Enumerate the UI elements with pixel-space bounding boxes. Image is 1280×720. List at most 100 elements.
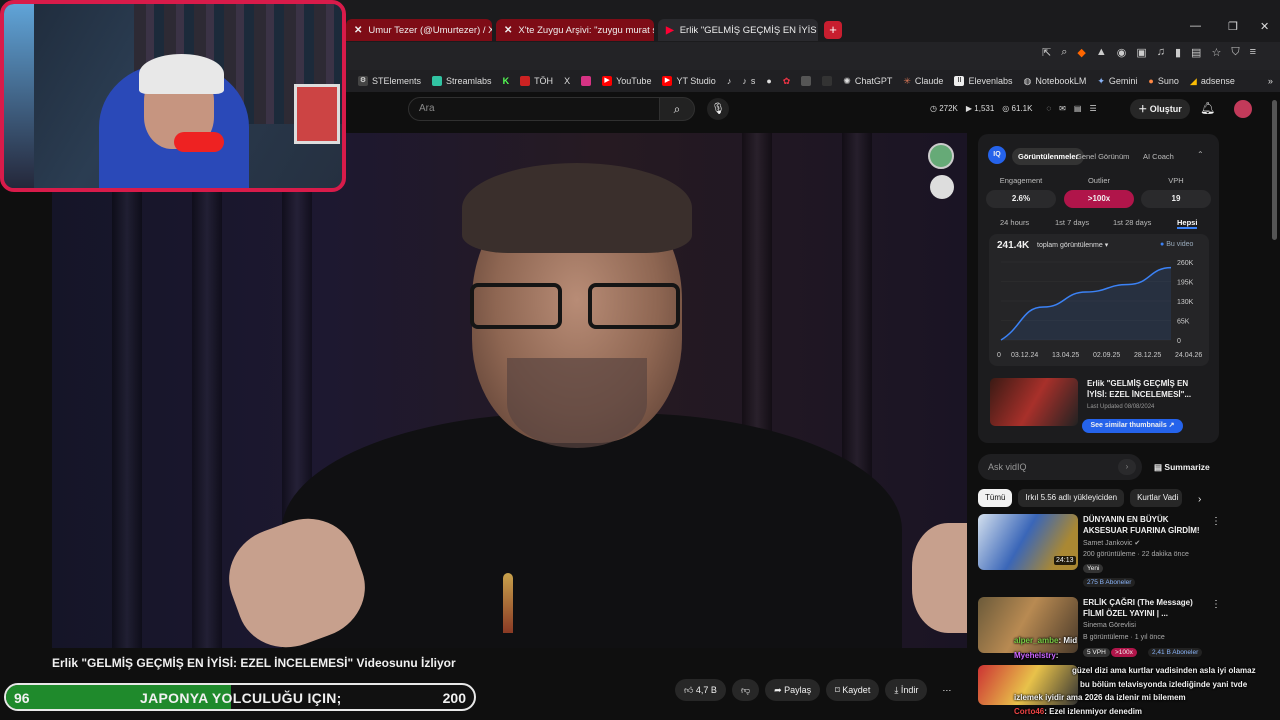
more-actions-button[interactable]: ⋯ — [933, 679, 960, 701]
close-tab-icon[interactable]: ✕ — [817, 25, 818, 36]
tab-youtube-active[interactable]: ▶ Erlik "GELMİŞ GEÇMİŞ EN İYİS✕ — [658, 19, 818, 41]
x-origin-label: 0 — [997, 352, 1001, 359]
bookmark-extra[interactable] — [822, 76, 833, 86]
notes-icon[interactable]: ▤ — [1074, 104, 1082, 113]
bookmark-instagram[interactable] — [581, 76, 592, 86]
scrollbar[interactable] — [1272, 100, 1277, 240]
range-7d[interactable]: 1st 7 days — [1055, 218, 1089, 227]
avatar[interactable] — [1234, 100, 1252, 118]
chevron-right-icon[interactable]: › — [1198, 494, 1201, 505]
bookmark-label: Streamlabs — [446, 76, 492, 86]
new-badge: Yeni — [1083, 564, 1104, 573]
bookmark-k[interactable]: K — [503, 76, 510, 86]
bookmark-extra[interactable]: ✿ — [783, 76, 791, 87]
bookmark-tiktok-s[interactable]: ♪ s — [742, 76, 755, 86]
list-icon[interactable]: ☰ — [1089, 104, 1096, 113]
tab-ai-coach[interactable]: AI Coach — [1137, 148, 1180, 165]
extension-icon[interactable]: ▣ — [1136, 46, 1146, 59]
mail-icon[interactable]: ✉ — [1059, 104, 1066, 113]
collapse-icon[interactable]: ⌃ — [1197, 150, 1204, 159]
see-similar-thumbnails-button[interactable]: See similar thumbnails ↗ — [1082, 419, 1183, 433]
bookmark-elevenlabs[interactable]: II Elevenlabs — [954, 76, 1012, 86]
ai-icon[interactable]: ◌ — [1046, 104, 1051, 113]
tab-zuygu-arsivi[interactable]: ✕ X'te Zuygu Arşivi: "zuygu murat sonr — [496, 19, 654, 41]
summarize-button[interactable]: ▤ Summarize — [1154, 462, 1210, 473]
bookmark-tiktok[interactable]: ♪ — [727, 76, 732, 86]
wallet-icon[interactable]: ▤ — [1191, 46, 1201, 59]
ask-submit-button[interactable]: › — [1118, 459, 1136, 475]
new-tab-button[interactable]: + — [824, 21, 842, 39]
chip-all[interactable]: Tümü — [978, 489, 1013, 507]
chat-text: : Ezel izlenmiyor denedim — [1044, 707, 1143, 716]
channel-watermark-icon[interactable] — [928, 143, 954, 169]
range-all[interactable]: Hepsi — [1177, 218, 1198, 229]
bookmarks-more[interactable]: » — [1268, 76, 1273, 86]
bookmark-extra[interactable]: ● — [766, 76, 771, 86]
related-title: ERLİK ÇAĞRI (The Message) FİLMİ ÖZEL YAY… — [1083, 598, 1193, 618]
extension-icon[interactable]: ◉ — [1117, 46, 1127, 59]
chat-message: izlemek iyidir ama 2026 da izlenir mi bi… — [1014, 693, 1186, 702]
tab-umur-tezer[interactable]: ✕ Umur Tezer (@Umurtezer) / X — [346, 19, 492, 41]
bookmark-x[interactable]: X — [564, 76, 570, 86]
search-button[interactable]: ⌕ — [659, 97, 695, 121]
brave-shield-icon[interactable]: ◆ — [1077, 46, 1085, 59]
thumbs-up-icon: 👍︎ — [684, 685, 694, 695]
bookmark-suno[interactable]: ● Suno — [1148, 76, 1178, 86]
bookmark-stelements[interactable]: ⚙ STElements — [358, 76, 421, 86]
bookmark-yt-studio[interactable]: ▶ YT Studio — [662, 76, 716, 86]
more-vert-icon[interactable]: ⋮ — [1211, 599, 1221, 610]
metric-dropdown-label: toplam görüntülenme — [1037, 242, 1103, 249]
bookmark-label: Claude — [914, 76, 944, 86]
download-button[interactable]: ⤓ İndir — [885, 679, 928, 701]
bookmark-icon — [520, 76, 531, 86]
x-icon: ✕ — [504, 24, 513, 36]
menu-icon[interactable]: ≡ — [1250, 46, 1256, 59]
close-window-icon[interactable]: ✕ — [1260, 20, 1269, 33]
star-icon[interactable]: ☆ — [1211, 46, 1221, 59]
bookmark-claude[interactable]: ✳ Claude — [903, 76, 943, 87]
bookmark-youtube[interactable]: ▶ YouTube — [602, 76, 651, 86]
mic-icon: 🎙︎ — [711, 103, 725, 115]
zoom-icon[interactable]: ⌕ — [1061, 46, 1067, 59]
save-button[interactable]: ⌑ Kaydet — [826, 679, 880, 701]
extension-icon[interactable]: ▲ — [1096, 46, 1107, 59]
music-icon[interactable]: ♫ — [1157, 46, 1165, 59]
bookmark-toh[interactable]: TÖH — [520, 76, 553, 86]
bookmark-adsense[interactable]: ◢ adsense — [1190, 76, 1235, 87]
bookmark-streamlabs[interactable]: Streamlabs — [432, 76, 492, 86]
bookmark-icon: ⌑ — [835, 685, 840, 695]
youtube-icon: ▶ — [602, 76, 613, 86]
maximize-icon[interactable]: ❐ — [1228, 20, 1238, 33]
voice-search-button[interactable]: 🎙︎ — [707, 98, 729, 120]
poster-frame — [294, 84, 340, 144]
bookmark-gemini[interactable]: ✦ Gemini — [1097, 76, 1137, 87]
dislike-button[interactable]: 👎︎ — [731, 679, 760, 701]
subscriber-badge: 2,41 B Aboneler — [1148, 648, 1203, 657]
bookmark-chatgpt[interactable]: ✺ ChatGPT — [843, 76, 892, 87]
share-icon[interactable]: ⇱ — [1042, 46, 1051, 59]
sidebar-icon[interactable]: ▮ — [1175, 46, 1181, 59]
more-vert-icon[interactable]: ⋮ — [1211, 516, 1221, 527]
bookmark-label: ChatGPT — [854, 76, 893, 86]
related-video[interactable]: 24:13 DÜNYANIN EN BÜYÜK AKSESUAR FUARINA… — [978, 514, 1221, 590]
range-28d[interactable]: 1st 28 days — [1113, 218, 1151, 227]
shield-icon[interactable]: ⛉ — [1231, 46, 1239, 59]
create-button[interactable]: ＋ Oluştur — [1130, 99, 1190, 119]
related-meta: 200 görüntüleme · 22 dakika önce — [1083, 551, 1189, 558]
like-count: 4,7 B — [695, 685, 717, 695]
bookmark-icon — [822, 76, 833, 86]
minimize-icon[interactable]: — — [1190, 20, 1201, 32]
video-player[interactable] — [52, 133, 967, 648]
search-input[interactable]: Ara — [408, 97, 660, 121]
tab-genel-gorunum[interactable]: Genel Görünüm — [1070, 148, 1135, 165]
like-button[interactable]: 👍︎ 4,7 B — [675, 679, 726, 701]
metric-dropdown[interactable]: toplam görüntülenme ▾ — [1037, 241, 1108, 249]
bookmark-notebooklm[interactable]: ◍ NotebookLM — [1023, 76, 1086, 87]
range-24h[interactable]: 24 hours — [1000, 218, 1029, 227]
chip-uploader[interactable]: Irkıl 5.56 adlı yükleyiciden — [1018, 489, 1125, 507]
share-button[interactable]: ➦ Paylaş — [765, 679, 821, 701]
bookmark-extra[interactable] — [801, 76, 812, 86]
presenter-hand — [912, 523, 967, 633]
chip-kurtlar-vadisi[interactable]: Kurtlar Vadi — [1130, 489, 1183, 507]
notifications-icon[interactable]: 🔔︎ — [1200, 101, 1215, 115]
